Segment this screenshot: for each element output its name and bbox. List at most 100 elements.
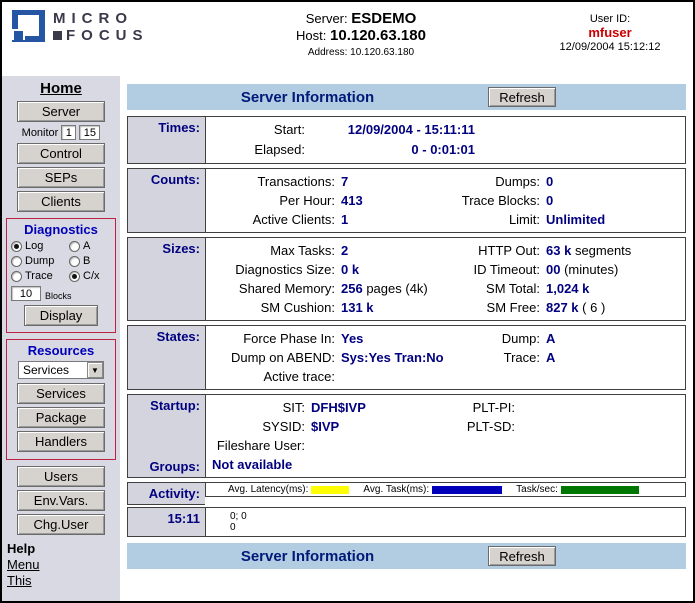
- envvars-button[interactable]: Env.Vars.: [17, 490, 105, 511]
- user-id-label: User ID:: [535, 12, 685, 26]
- blocks-label: Blocks: [45, 291, 72, 301]
- sizes-label: Sizes:: [127, 237, 205, 321]
- task-legend-label: Avg. Task(ms):: [363, 484, 429, 495]
- dropdown-arrow-icon[interactable]: ▼: [87, 362, 103, 378]
- refresh-button[interactable]: Refresh: [488, 546, 556, 566]
- groups-value: Not available: [210, 455, 679, 474]
- seps-button[interactable]: SEPs: [17, 167, 105, 188]
- blocks-row: Blocks: [11, 286, 111, 301]
- field-label: Fileshare User:: [210, 436, 310, 455]
- radio-dump-label: Dump: [25, 255, 54, 267]
- field-value: 827 k ( 6 ): [545, 298, 679, 317]
- field-value: DFH$IVP: [310, 398, 460, 417]
- field-value: A: [545, 329, 679, 348]
- sidebar: Home Server Monitor Control SEPs Clients…: [2, 76, 120, 601]
- radio-trace[interactable]: [11, 271, 22, 282]
- radio-cx[interactable]: [69, 271, 80, 282]
- field-value: Unlimited: [545, 210, 679, 229]
- field-value: [520, 436, 679, 455]
- radio-a[interactable]: [69, 241, 80, 252]
- states-label: States:: [127, 325, 205, 390]
- field-value: [340, 367, 435, 386]
- microfocus-logo-icon: [12, 10, 46, 45]
- partial-link[interactable]: This: [7, 573, 117, 588]
- chguser-button[interactable]: Chg.User: [17, 514, 105, 535]
- control-button[interactable]: Control: [17, 143, 105, 164]
- package-button[interactable]: Package: [17, 407, 105, 428]
- monitor-input-2[interactable]: [79, 125, 100, 140]
- field-value: A: [545, 348, 679, 367]
- field-label: Limit:: [435, 210, 545, 229]
- field-label: Dump on ABEND:: [210, 348, 340, 367]
- field-value: Sys:Yes Tran:No: [340, 348, 435, 367]
- user-id-value: mfuser: [535, 26, 685, 40]
- activity-time-label: 15:11: [127, 507, 205, 537]
- field-value: 0: [545, 191, 679, 210]
- home-link[interactable]: Home: [5, 80, 117, 97]
- diagnostics-panel: Diagnostics Log A Dump: [6, 218, 116, 333]
- latency-legend-label: Avg. Latency(ms):: [228, 484, 308, 495]
- field-value: [520, 417, 679, 436]
- field-label: Per Hour:: [210, 191, 340, 210]
- body: Home Server Monitor Control SEPs Clients…: [2, 76, 693, 601]
- times-content: Start: 12/09/2004 - 15:11:11 Elapsed: 0 …: [205, 116, 686, 164]
- blocks-input[interactable]: [11, 286, 41, 301]
- field-value: [520, 398, 679, 417]
- field-value: 413: [340, 191, 435, 210]
- field-label: HTTP Out:: [435, 241, 545, 260]
- menu-link[interactable]: Menu: [7, 557, 117, 572]
- display-button[interactable]: Display: [24, 305, 98, 326]
- microfocus-logo-text: MICRO FOCUS: [53, 10, 149, 44]
- states-content: Force Phase In: Yes Dump: A Dump on ABEN…: [205, 325, 686, 390]
- tasksec-bar: [561, 486, 639, 494]
- diagnostics-radio-row: Trace C/x: [11, 270, 111, 282]
- diagnostics-radio-row: Dump B: [11, 255, 111, 267]
- monitor-input-1[interactable]: [61, 125, 76, 140]
- section-states: States: Force Phase In: Yes Dump: A Dump…: [127, 325, 686, 390]
- radio-cx-label: C/x: [83, 270, 100, 282]
- times-label: Times:: [127, 116, 205, 164]
- monitor-row: Monitor: [5, 125, 117, 140]
- field-value: 63 k segments: [545, 241, 679, 260]
- tasksec-legend-label: Task/sec:: [516, 484, 558, 495]
- radio-a-label: A: [83, 240, 90, 252]
- user-info: User ID: mfuser 12/09/2004 15:12:12: [535, 10, 685, 54]
- startup-label: Startup:: [130, 398, 200, 413]
- server-information-footer-bar: Server Information Refresh: [127, 543, 686, 569]
- start-label: Start:: [210, 120, 310, 140]
- section-times: Times: Start: 12/09/2004 - 15:11:11 Elap…: [127, 116, 686, 164]
- activity-content: Avg. Latency(ms): Avg. Task(ms): Task/se…: [205, 482, 686, 497]
- resources-dropdown[interactable]: Services ▼: [18, 361, 104, 379]
- field-label: [435, 367, 545, 386]
- radio-dump[interactable]: [11, 256, 22, 267]
- host-label: Host:: [296, 28, 326, 43]
- field-label: PLT-PI:: [460, 398, 520, 417]
- activity-time-line2: 0: [230, 522, 679, 533]
- field-label: Active Clients:: [210, 210, 340, 229]
- refresh-button[interactable]: Refresh: [488, 87, 556, 107]
- radio-log[interactable]: [11, 241, 22, 252]
- field-value: 0: [545, 172, 679, 191]
- radio-b[interactable]: [69, 256, 80, 267]
- field-label: ID Timeout:: [435, 260, 545, 279]
- users-button[interactable]: Users: [17, 466, 105, 487]
- field-value: 1: [340, 210, 435, 229]
- clients-button[interactable]: Clients: [17, 191, 105, 212]
- startup-content: SIT: DFH$IVP PLT-PI: SYSID: $IVP PLT-SD:…: [205, 394, 686, 478]
- server-info: Server: ESDEMO Host: 10.120.63.180 Addre…: [187, 10, 535, 61]
- sizes-content: Max Tasks: 2 HTTP Out: 63 k segments Dia…: [205, 237, 686, 321]
- field-value: 131 k: [340, 298, 435, 317]
- server-button[interactable]: Server: [17, 101, 105, 122]
- server-label: Server:: [306, 11, 348, 26]
- resources-title: Resources: [9, 343, 113, 358]
- handlers-button[interactable]: Handlers: [17, 431, 105, 452]
- host-value: 10.120.63.180: [330, 27, 426, 44]
- services-button[interactable]: Services: [17, 383, 105, 404]
- field-label: Diagnostics Size:: [210, 260, 340, 279]
- microfocus-logo: MICRO FOCUS: [12, 10, 187, 45]
- task-bar: [432, 486, 502, 494]
- diagnostics-radio-row: Log A: [11, 240, 111, 252]
- radio-trace-label: Trace: [25, 270, 53, 282]
- field-value: 7: [340, 172, 435, 191]
- field-label: Dump:: [435, 329, 545, 348]
